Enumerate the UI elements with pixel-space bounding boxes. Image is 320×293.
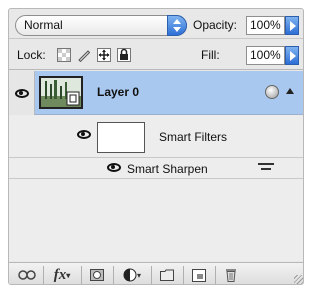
fill-label: Fill:	[201, 48, 220, 62]
lock-all-icon[interactable]	[115, 46, 132, 63]
link-icon[interactable]	[15, 266, 39, 284]
layer-thumbnail[interactable]	[39, 76, 83, 109]
layer-row[interactable]: Layer 0	[9, 71, 303, 115]
smart-filters-label: Smart Filters	[159, 130, 228, 144]
footer-divider	[183, 266, 184, 284]
fx-icon[interactable]: fx ▾	[47, 266, 77, 284]
lock-image-pixels-icon[interactable]	[75, 46, 92, 63]
adjustment-icon[interactable]: ▾	[117, 266, 147, 284]
folder-icon[interactable]	[155, 266, 179, 284]
opacity-field[interactable]: 100%	[246, 16, 285, 35]
footer-divider	[81, 266, 82, 284]
smart-filter-mask-thumbnail[interactable]	[97, 122, 145, 153]
blend-mode-stepper-icon[interactable]	[167, 15, 187, 36]
filter-eye-icon[interactable]	[107, 163, 121, 172]
layers-panel: Normal Opacity: 100% Lock: Fill: 100% La…	[8, 8, 304, 285]
footer-divider	[215, 266, 216, 284]
blend-row: Normal Opacity: 100%	[9, 9, 303, 39]
filter-name: Smart Sharpen	[127, 162, 208, 176]
layer-visibility-toggle[interactable]	[9, 71, 35, 115]
mask-icon[interactable]	[85, 266, 109, 284]
lock-fill-row: Lock: Fill: 100%	[9, 40, 303, 70]
footer-divider	[151, 266, 152, 284]
eye-icon	[14, 88, 29, 98]
opacity-label: Opacity:	[193, 18, 238, 32]
smart-filter-icon	[265, 85, 279, 99]
fill-field[interactable]: 100%	[246, 46, 285, 65]
filter-row[interactable]: Smart Sharpen	[9, 159, 303, 179]
resize-grip-icon[interactable]	[294, 275, 303, 284]
blend-mode-select[interactable]: Normal	[15, 15, 187, 36]
trash-icon[interactable]	[219, 266, 243, 284]
fill-slider-arrow-icon[interactable]	[285, 46, 299, 65]
lock-transparent-pixels-icon[interactable]	[55, 46, 72, 63]
layer-name: Layer 0	[97, 85, 140, 99]
filter-blending-options-icon[interactable]	[258, 163, 274, 174]
footer-divider	[113, 266, 114, 284]
lock-label: Lock:	[17, 48, 46, 62]
smart-filters-eye-icon[interactable]	[77, 130, 91, 139]
footer-divider	[43, 266, 44, 284]
new-layer-icon[interactable]	[187, 266, 211, 284]
smart-filters-row[interactable]: Smart Filters	[9, 116, 303, 158]
collapse-arrow-icon[interactable]	[286, 88, 294, 94]
layers-panel-footer: fx ▾ ▾	[9, 262, 303, 284]
blend-mode-value: Normal	[24, 18, 63, 32]
layers-list: Layer 0 Smart Filters Smart Sharpen	[9, 71, 303, 261]
lock-position-icon[interactable]	[95, 46, 112, 63]
opacity-slider-arrow-icon[interactable]	[285, 16, 299, 35]
